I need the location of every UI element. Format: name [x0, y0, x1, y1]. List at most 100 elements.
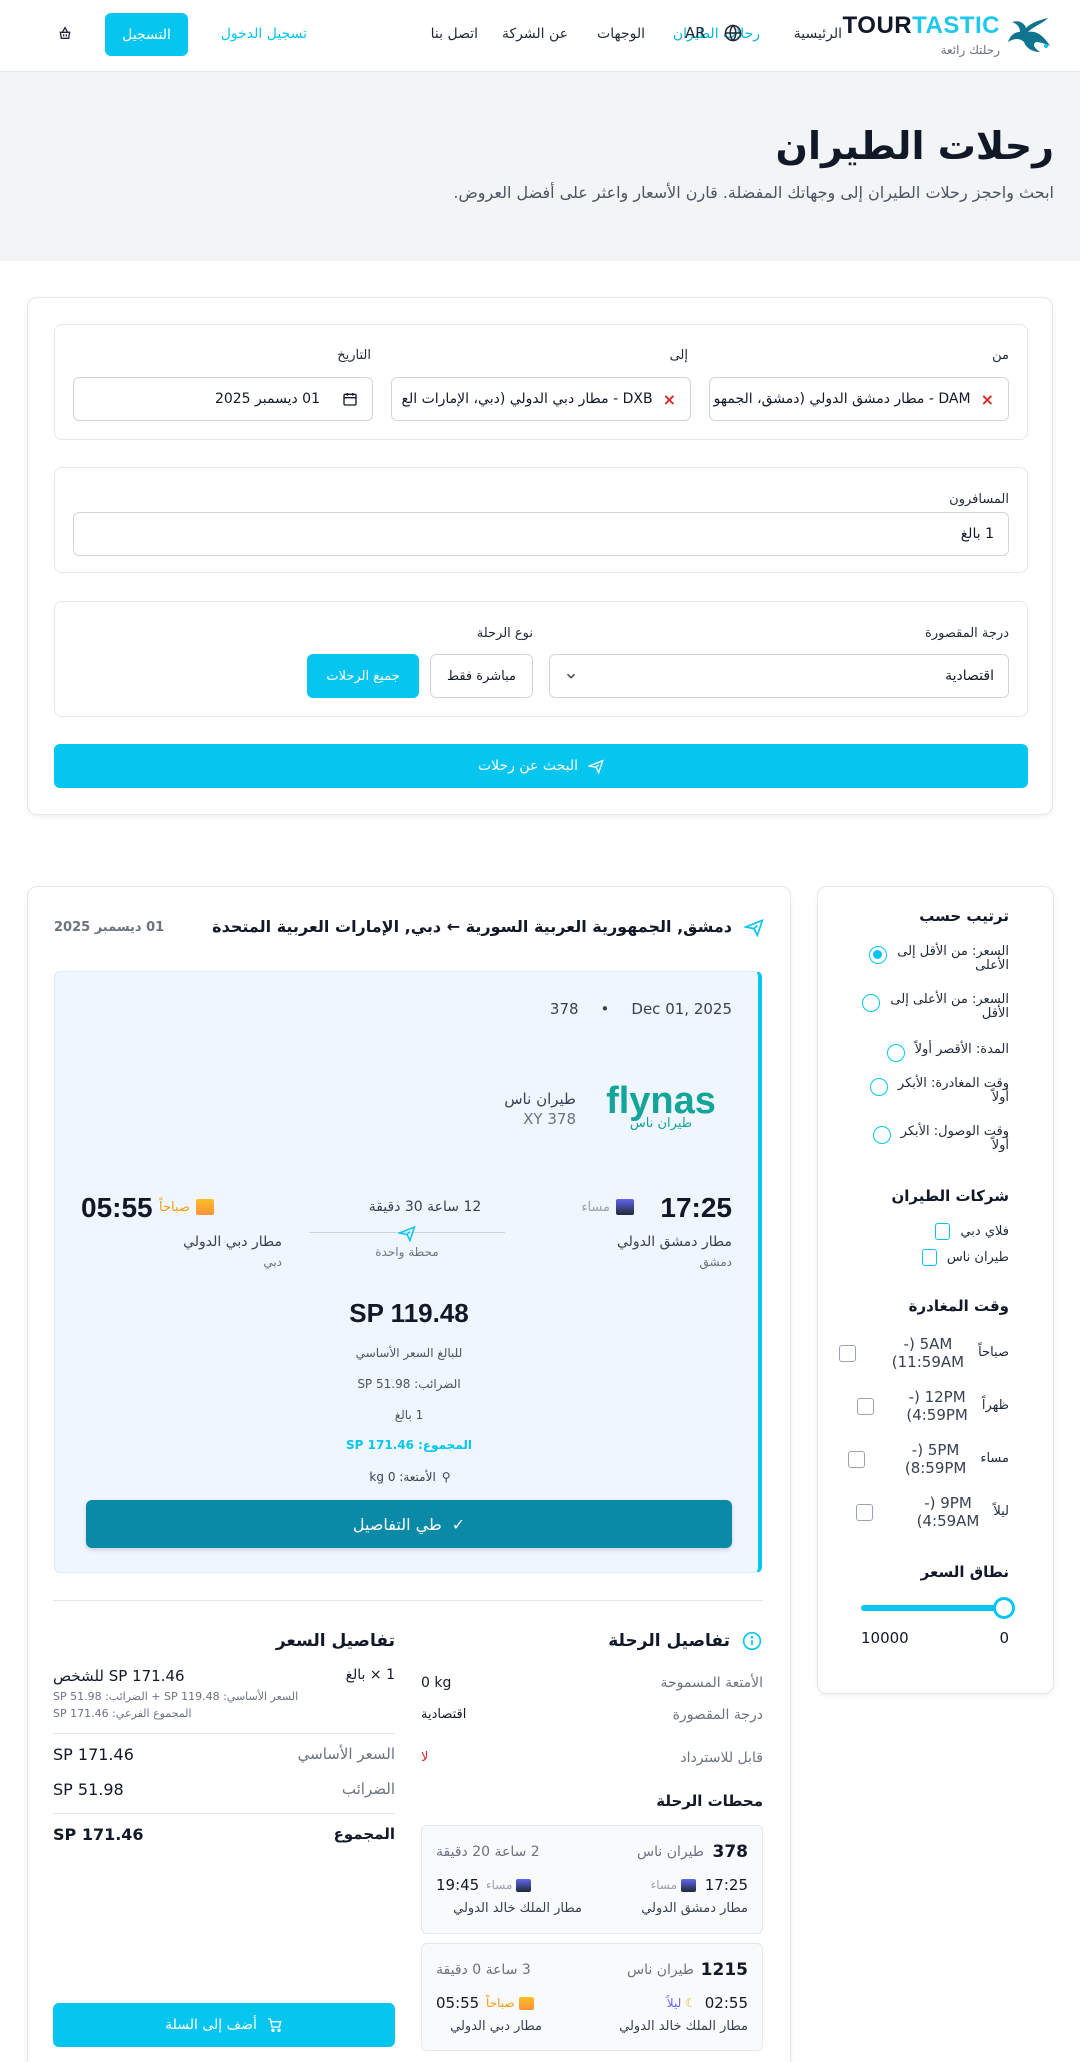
segment-arrival-time: 05:55: [436, 1994, 480, 2012]
flight-duration: 12 ساعة 30 دقيقة: [368, 1199, 482, 1215]
cabin-select[interactable]: اقتصادية: [549, 654, 1009, 698]
date-label: التاريخ: [337, 348, 371, 363]
sort-option-price-desc[interactable]: السعر: من الأعلى إلى الأقل: [862, 993, 1009, 1020]
from-label: من: [992, 348, 1009, 363]
logo-text-tour: TOUR: [842, 12, 913, 39]
cart-basket-icon[interactable]: [57, 25, 73, 41]
collapse-details-button[interactable]: ✓ طي التفاصيل: [86, 1500, 732, 1548]
base-price-value: SP 171.46: [53, 1745, 134, 1764]
departure-filter-range: 11:59AM): [891, 1353, 965, 1371]
departure-checkbox[interactable]: [847, 1450, 865, 1468]
sort-option-label: الأقل: [981, 1005, 1009, 1021]
nav-contact[interactable]: اتصل بنا: [431, 26, 478, 42]
base-price-note: للبالغ السعر الأساسي: [355, 1346, 463, 1360]
search-flights-button[interactable]: البحث عن رحلات: [54, 744, 1028, 788]
taxes-note: الضرائب: SP 51.98: [357, 1377, 461, 1391]
departure-checkbox[interactable]: [857, 1397, 875, 1415]
logo-text-tastic: TASTIC: [912, 12, 1000, 39]
departure-filter-night[interactable]: ليلاً 9PM (- 4:59AM): [855, 1494, 1009, 1530]
price-slider-thumb[interactable]: [993, 1597, 1015, 1619]
nav-home[interactable]: الرئيسية: [794, 26, 842, 42]
language-switcher[interactable]: AR: [685, 24, 742, 42]
airline-code: XY 378: [523, 1110, 576, 1128]
departure-filter-range: 9PM (-: [924, 1494, 972, 1512]
taxes-label: الضرائب: [341, 1780, 395, 1798]
airline-filter-flydubai[interactable]: فلاي دبي: [935, 1223, 1009, 1240]
segment-departure-airport: مطار الملك خالد الدولي: [619, 2019, 748, 2034]
flight-number: 378: [549, 1000, 579, 1018]
sort-option-arrival[interactable]: وقت الوصول: الأبكر أولاً: [872, 1125, 1009, 1152]
airline-checkbox[interactable]: [921, 1249, 937, 1266]
direct-only-button[interactable]: مباشرة فقط: [430, 654, 533, 698]
sort-option-duration[interactable]: المدة: الأقصر أولاً: [886, 1043, 1009, 1062]
sort-title: ترتيب حسب: [919, 907, 1009, 925]
collapse-details-label: طي التفاصيل: [352, 1514, 442, 1534]
segment-departure-time: 17:25: [704, 1876, 748, 1894]
sort-radio[interactable]: [862, 994, 881, 1012]
departure-airport: مطار دمشق الدولي: [616, 1234, 732, 1250]
airlines-title: شركات الطيران: [891, 1187, 1009, 1205]
departure-filter-morning[interactable]: صباحاً 5AM (- 11:59AM): [838, 1335, 1009, 1371]
logo[interactable]: TOURTASTIC رحلتك رائعة: [843, 10, 1052, 62]
sort-option-label: الأعلى: [975, 957, 1009, 973]
trip-type-label: نوع الرحلة: [476, 626, 533, 641]
refundable-row: قابل للاسترداد لا: [421, 1750, 763, 1766]
to-field[interactable]: × DXB - مطار دبي الدولي (دبي، الإمارات ا…: [391, 377, 691, 421]
sort-option-departure[interactable]: وقت المغادرة: الأبكر أولاً: [869, 1077, 1009, 1105]
passengers-field[interactable]: 1 بالغ: [73, 512, 1009, 556]
total-row: المجموع SP 171.46: [53, 1825, 395, 1844]
departure-checkbox[interactable]: [838, 1344, 856, 1362]
total-value: SP 171.46: [53, 1825, 144, 1844]
cabin-label: درجة المقصورة: [672, 1707, 763, 1723]
sort-radio[interactable]: [869, 1078, 888, 1096]
adults-note: 1 بالغ: [394, 1408, 424, 1422]
total-note: المجموع: SP 171.46: [346, 1438, 472, 1452]
add-to-cart-button[interactable]: أضف إلى السلة: [53, 2003, 395, 2047]
segment-number: 378: [712, 1842, 749, 1862]
baggage-note-line: ⚲ الأمتعة: 0 kg: [54, 1470, 766, 1484]
flight-date: Dec 01, 2025: [631, 1000, 732, 1018]
sort-radio[interactable]: [872, 1126, 891, 1144]
clear-to-icon[interactable]: ×: [663, 390, 676, 409]
clear-from-icon[interactable]: ×: [981, 390, 994, 409]
taxes-row: الضرائب SP 51.98: [53, 1780, 395, 1799]
trip-details-title: تفاصيل الرحلة: [608, 1631, 730, 1651]
price-slider[interactable]: [861, 1597, 1015, 1619]
plane-icon: [398, 1225, 416, 1242]
sort-radio[interactable]: [886, 1044, 905, 1062]
nav-destinations[interactable]: الوجهات: [597, 26, 645, 42]
cabin-row: درجة المقصورة اقتصادية: [421, 1707, 763, 1723]
airline-logo-text: flynas: [606, 1080, 716, 1122]
login-link[interactable]: تسجيل الدخول: [221, 26, 307, 42]
segment-arrival-period-label: صباحاً: [486, 1996, 515, 2010]
airline-filter-flynas[interactable]: طيران ناس: [921, 1249, 1009, 1266]
passengers-label: المسافرون: [949, 492, 1009, 507]
sort-option-price-asc[interactable]: السعر: من الأقل إلى الأعلى: [869, 945, 1009, 972]
departure-filter-evening[interactable]: مساء 5PM (- 8:59PM): [847, 1441, 1009, 1477]
cart-icon: [268, 2018, 282, 2032]
sunrise-icon: [195, 1199, 214, 1215]
sort-option-label: أولاً: [991, 1089, 1009, 1105]
calendar-icon: [343, 393, 357, 406]
arrival-city: دبي: [263, 1255, 282, 1269]
price-max: 10000: [861, 1629, 909, 1647]
to-label: إلى: [669, 348, 688, 363]
departure-checkbox[interactable]: [855, 1503, 873, 1521]
from-field[interactable]: × DAM - مطار دمشق الدولي (دمشق، الجمهو: [709, 377, 1009, 421]
date-field[interactable]: 01 ديسمبر 2025: [73, 377, 373, 421]
price-subtotal: المجموع الفرعي: SP 171.46: [53, 1707, 192, 1720]
per-person-price: SP 171.46 للشخص: [53, 1667, 185, 1685]
flight-segment: 378 طيران ناس 2 ساعة 20 دقيقة 17:25 مساء…: [421, 1825, 763, 1934]
airline-checkbox[interactable]: [935, 1223, 951, 1240]
nav-about[interactable]: عن الشركة: [502, 26, 568, 42]
flight-date-number: 378 • Dec 01, 2025: [549, 1000, 732, 1018]
filters-sidebar: ترتيب حسب السعر: من الأقل إلى الأعلى السع…: [817, 886, 1054, 1694]
register-button[interactable]: التسجيل: [105, 13, 188, 56]
segment-departure-time: 02:55: [704, 1994, 748, 2012]
base-price-label: السعر الأساسي: [297, 1745, 395, 1763]
all-flights-button[interactable]: جميع الرحلات: [307, 654, 419, 698]
airline-filter-label: طيران ناس: [946, 1249, 1009, 1265]
departure-filter-noon[interactable]: ظهراً 12PM (- 4:59PM): [857, 1388, 1009, 1424]
segment-airline: طيران ناس: [637, 1844, 704, 1860]
sort-radio[interactable]: [869, 946, 888, 964]
